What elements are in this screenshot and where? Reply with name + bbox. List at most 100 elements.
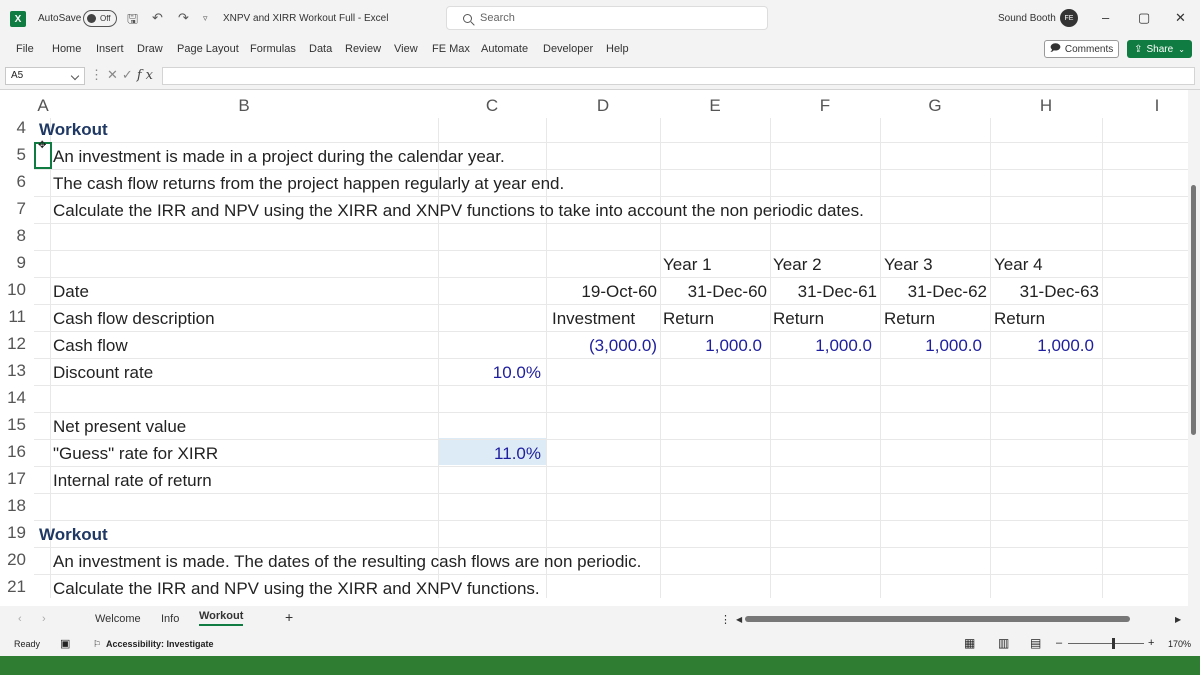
row-header[interactable]: 13: [0, 361, 30, 381]
row-header[interactable]: 16: [0, 442, 30, 462]
column-header-g[interactable]: G: [880, 94, 990, 118]
enter-icon[interactable]: ✓: [122, 67, 137, 82]
row-header[interactable]: 9: [0, 253, 30, 273]
tab-fe-max[interactable]: FE Max: [432, 43, 470, 55]
share-button[interactable]: ⇪ Share ⌄: [1127, 40, 1192, 58]
prev-sheet-icon[interactable]: ‹: [18, 613, 22, 625]
tab-help[interactable]: Help: [606, 43, 629, 55]
cell-a19[interactable]: Workout: [39, 525, 108, 545]
cell-h12[interactable]: 1,000.0: [990, 336, 1094, 356]
macro-record-icon[interactable]: ▣: [60, 637, 70, 650]
zoom-slider-handle[interactable]: [1112, 638, 1115, 649]
tab-view[interactable]: View: [394, 43, 418, 55]
cell-e11[interactable]: Return: [663, 309, 714, 329]
cell-b5[interactable]: An investment is made in a project durin…: [53, 147, 505, 167]
row-header[interactable]: 18: [0, 496, 30, 516]
cell-b20[interactable]: An investment is made. The dates of the …: [53, 552, 641, 572]
tab-data[interactable]: Data: [309, 43, 332, 55]
row-header[interactable]: 12: [0, 334, 30, 354]
redo-icon[interactable]: ↷: [178, 10, 189, 26]
cell-g9[interactable]: Year 3: [884, 255, 933, 275]
worksheet-grid[interactable]: A B C D E F G H I 4 5 6 7 8 9 10 11 12 1…: [0, 90, 1188, 606]
normal-view-icon[interactable]: ▦: [964, 636, 975, 650]
row-header[interactable]: 19: [0, 523, 30, 543]
cell-h10[interactable]: 31-Dec-63: [990, 282, 1099, 302]
column-header-a[interactable]: A: [36, 94, 50, 118]
row-header[interactable]: 17: [0, 469, 30, 489]
tab-home[interactable]: Home: [52, 43, 81, 55]
row-header[interactable]: 20: [0, 550, 30, 570]
minimize-button[interactable]: –: [1102, 10, 1109, 25]
save-icon[interactable]: 🖫: [127, 10, 138, 32]
cell-c16[interactable]: 11.0%: [438, 444, 541, 464]
next-sheet-icon[interactable]: ›: [42, 613, 46, 625]
cell-d12[interactable]: (3,000.0): [546, 336, 657, 356]
cell-b10[interactable]: Date: [53, 282, 89, 302]
cell-b13[interactable]: Discount rate: [53, 363, 153, 383]
page-layout-view-icon[interactable]: ▥: [998, 636, 1009, 650]
more-icon[interactable]: ⋮: [90, 67, 107, 82]
cell-b11[interactable]: Cash flow description: [53, 309, 215, 329]
column-header-b[interactable]: B: [50, 94, 438, 118]
zoom-in-icon[interactable]: +: [1148, 637, 1154, 649]
cell-b21[interactable]: Calculate the IRR and NPV using the XIRR…: [53, 579, 540, 599]
comments-button[interactable]: 🗩 Comments: [1044, 40, 1119, 58]
row-header[interactable]: 4: [0, 118, 30, 138]
cell-f11[interactable]: Return: [773, 309, 824, 329]
scroll-left-icon[interactable]: ◀: [736, 615, 742, 624]
tab-formulas[interactable]: Formulas: [250, 43, 296, 55]
column-header-d[interactable]: D: [546, 94, 660, 118]
cell-e12[interactable]: 1,000.0: [660, 336, 762, 356]
cell-b6[interactable]: The cash flow returns from the project h…: [53, 174, 564, 194]
column-header-h[interactable]: H: [990, 94, 1102, 118]
cell-c13[interactable]: 10.0%: [438, 363, 541, 383]
cell-e9[interactable]: Year 1: [663, 255, 712, 275]
tab-draw[interactable]: Draw: [137, 43, 163, 55]
tab-review[interactable]: Review: [345, 43, 381, 55]
cell-f10[interactable]: 31-Dec-61: [770, 282, 877, 302]
cell-a4[interactable]: Workout: [39, 120, 108, 140]
insert-function-icon[interactable]: fx: [137, 68, 157, 83]
cell-b12[interactable]: Cash flow: [53, 336, 128, 356]
scroll-right-icon[interactable]: ▶: [1175, 615, 1181, 624]
name-box[interactable]: A5: [5, 67, 85, 85]
column-header-i[interactable]: I: [1102, 94, 1188, 118]
cell-g11[interactable]: Return: [884, 309, 935, 329]
cell-d10[interactable]: 19-Oct-60: [546, 282, 657, 302]
search-box[interactable]: Search: [446, 6, 768, 30]
row-header[interactable]: 8: [0, 226, 30, 246]
zoom-out-icon[interactable]: –: [1056, 637, 1062, 649]
cell-b16[interactable]: "Guess" rate for XIRR: [53, 444, 218, 464]
zoom-level[interactable]: 170%: [1168, 639, 1191, 649]
sheet-tab-workout[interactable]: Workout: [199, 610, 244, 626]
cell-d11[interactable]: Investment: [552, 309, 635, 329]
close-button[interactable]: ✕: [1175, 10, 1186, 26]
sheet-tab-info[interactable]: Info: [161, 613, 179, 625]
sheet-tab-welcome[interactable]: Welcome: [95, 613, 141, 625]
cell-e10[interactable]: 31-Dec-60: [660, 282, 767, 302]
page-break-view-icon[interactable]: ▤: [1030, 636, 1041, 650]
column-header-e[interactable]: E: [660, 94, 770, 118]
cell-f9[interactable]: Year 2: [773, 255, 822, 275]
vertical-scroll-thumb[interactable]: [1191, 185, 1196, 435]
cell-f12[interactable]: 1,000.0: [770, 336, 872, 356]
accessibility-status[interactable]: Accessibility: Investigate: [106, 639, 214, 649]
cancel-icon[interactable]: ✕: [107, 67, 122, 82]
tab-developer[interactable]: Developer: [543, 43, 593, 55]
restore-button[interactable]: ▢: [1138, 10, 1150, 26]
tab-page-layout[interactable]: Page Layout: [177, 43, 239, 55]
cell-g10[interactable]: 31-Dec-62: [880, 282, 987, 302]
add-sheet-button[interactable]: +: [285, 609, 293, 625]
avatar[interactable]: FE: [1060, 9, 1078, 27]
row-header[interactable]: 14: [0, 388, 30, 408]
undo-icon[interactable]: ↶: [152, 10, 163, 26]
horizontal-scroll-thumb[interactable]: [745, 616, 1130, 622]
row-header[interactable]: 6: [0, 172, 30, 192]
column-header-f[interactable]: F: [770, 94, 880, 118]
cell-h9[interactable]: Year 4: [994, 255, 1043, 275]
user-name[interactable]: Sound Booth: [998, 13, 1056, 24]
row-header[interactable]: 11: [0, 307, 30, 327]
zoom-slider[interactable]: [1068, 643, 1144, 644]
row-header[interactable]: 5: [0, 145, 30, 165]
cell-h11[interactable]: Return: [994, 309, 1045, 329]
